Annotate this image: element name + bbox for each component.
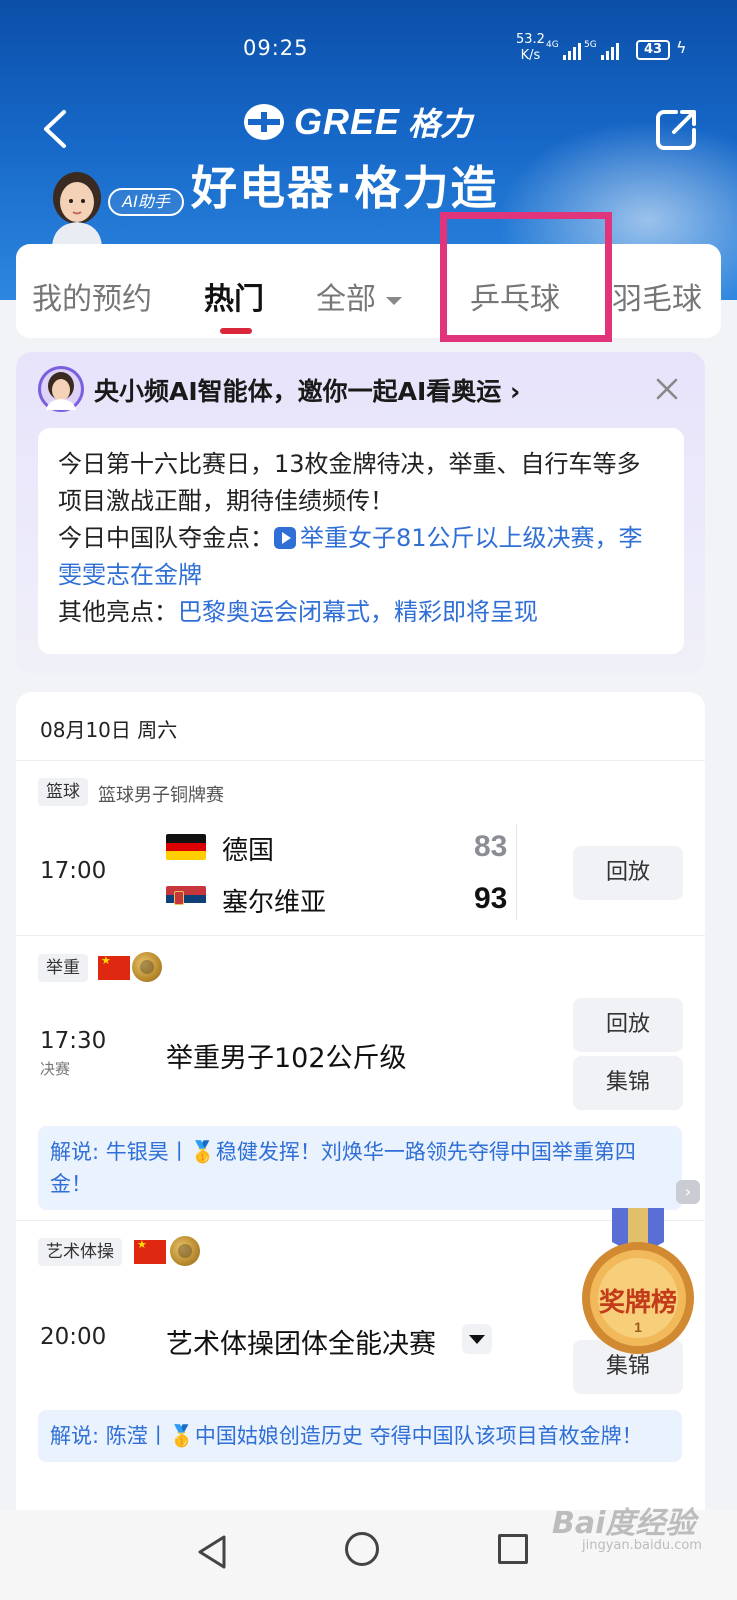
- triangle-back-icon: [198, 1535, 226, 1569]
- close-button[interactable]: [654, 376, 680, 402]
- tab-badminton[interactable]: 羽毛球: [612, 274, 702, 318]
- gold-medal-icon: [170, 1236, 200, 1266]
- sport-tag: 篮球: [38, 778, 88, 806]
- gold-medal-icon: [132, 952, 162, 982]
- ai-assistant-badge[interactable]: AI助手: [108, 188, 184, 216]
- chevron-down-icon: [386, 296, 402, 305]
- germany-flag-icon: [166, 834, 206, 860]
- event-time: 17:30: [40, 1028, 107, 1054]
- team-score: 83: [474, 830, 508, 863]
- divider: [16, 935, 705, 936]
- ai-card-title[interactable]: 央小频AI智能体，邀你一起AI看奥运 ›: [94, 372, 520, 408]
- nav-home-button[interactable]: [345, 1532, 379, 1566]
- ai-agent-card: 央小频AI智能体，邀你一起AI看奥运 › 今日第十六比赛日，13枚金牌待决，举重…: [16, 352, 705, 674]
- tab-hot[interactable]: 热门: [204, 274, 264, 318]
- svg-text:1: 1: [634, 1319, 642, 1335]
- event-time: 20:00: [40, 1324, 107, 1350]
- event-time: 17:00: [40, 858, 107, 884]
- serbia-flag-icon: [166, 886, 206, 912]
- highlight-annotation-box: [440, 212, 612, 342]
- china-flag-icon: [98, 954, 130, 980]
- gree-logo: GREE 格力: [242, 100, 472, 144]
- net-speed: 53.2 K/s: [516, 32, 545, 63]
- chevron-left-icon: [44, 110, 66, 148]
- event-name: 艺术体操团体全能决赛: [166, 1329, 436, 1360]
- event-subtitle: 篮球男子铜牌赛: [98, 785, 224, 806]
- sport-tag: 举重: [38, 954, 88, 982]
- watermark: Bai度经验 jingyan.baidu.com: [552, 1506, 702, 1553]
- team-name: 德国: [222, 836, 275, 866]
- tab-all[interactable]: 全部: [316, 274, 402, 318]
- close-icon: [656, 378, 678, 400]
- battery-icon: 43: [636, 40, 670, 60]
- ai-agent-avatar: [38, 366, 84, 412]
- china-flag-icon: [134, 1238, 166, 1264]
- ai-assistant-avatar[interactable]: [46, 168, 108, 246]
- status-time: 09:25: [243, 36, 309, 60]
- nav-back-button[interactable]: [196, 1534, 228, 1574]
- team-name: 塞尔维亚: [222, 888, 327, 918]
- schedule-card: 08月10日 周六 篮球 篮球男子铜牌赛 17:00 德国 83 塞尔维亚 93…: [16, 692, 705, 1532]
- event-name: 举重男子102公斤级: [166, 1043, 407, 1074]
- divider: [516, 824, 517, 920]
- expand-dropdown-icon[interactable]: [462, 1324, 492, 1354]
- chevron-right-icon[interactable]: ›: [676, 1180, 700, 1204]
- gold-point-line: 今日中国队夺金点： 举重女子81公斤以上级决赛，李雯雯志在金牌: [58, 524, 643, 589]
- signal-icon: 4G: [546, 40, 581, 60]
- highlights-button[interactable]: 集锦: [573, 1056, 683, 1110]
- other-highlight-line: 其他亮点：巴黎奥运会闭幕式，精彩即将呈现: [58, 598, 538, 626]
- gree-logo-icon: [244, 104, 284, 140]
- divider: [16, 760, 705, 761]
- back-button[interactable]: [36, 104, 76, 154]
- play-icon: [274, 527, 296, 549]
- other-highlight-link[interactable]: 巴黎奥运会闭幕式，精彩即将呈现: [178, 598, 538, 626]
- replay-button[interactable]: 回放: [573, 846, 683, 900]
- commentary-banner[interactable]: 解说: 陈滢丨🥇中国姑娘创造历史 夺得中国队该项目首枚金牌！: [38, 1410, 682, 1462]
- share-button[interactable]: [654, 106, 700, 152]
- charging-icon: ϟ: [676, 38, 687, 57]
- status-bar: 09:25 53.2 K/s 4G 5G 43 ϟ: [0, 0, 737, 90]
- sport-tag: 艺术体操: [38, 1238, 122, 1266]
- active-tab-indicator: [220, 328, 252, 334]
- tab-my-reservations[interactable]: 我的预约: [32, 274, 152, 318]
- schedule-date: 08月10日 周六: [40, 718, 178, 742]
- medal-table-button[interactable]: 1 奖牌榜: [576, 1208, 700, 1356]
- replay-button[interactable]: 回放: [573, 998, 683, 1052]
- share-icon: [656, 110, 696, 150]
- ai-card-body: 今日第十六比赛日，13枚金牌待决，举重、自行车等多项目激战正酣，期待佳绩频传！ …: [38, 428, 684, 654]
- medal-table-label: 奖牌榜: [598, 1288, 677, 1318]
- category-tabs: 我的预约 热门 全部 乒乓球 羽毛球: [16, 244, 721, 338]
- brand-slogan: 好电器·格力造: [191, 161, 499, 215]
- ai-summary-text: 今日第十六比赛日，13枚金牌待决，举重、自行车等多项目激战正酣，期待佳绩频传！: [58, 450, 641, 515]
- commentary-banner[interactable]: 解说: 牛银昊丨🥇稳健发挥！刘焕华一路领先夺得中国举重第四金！: [38, 1126, 682, 1210]
- team-score: 93: [474, 882, 508, 915]
- event-stage: 决赛: [40, 1060, 71, 1078]
- nav-recents-button[interactable]: [498, 1534, 528, 1564]
- signal-5g-icon: 5G: [584, 40, 619, 60]
